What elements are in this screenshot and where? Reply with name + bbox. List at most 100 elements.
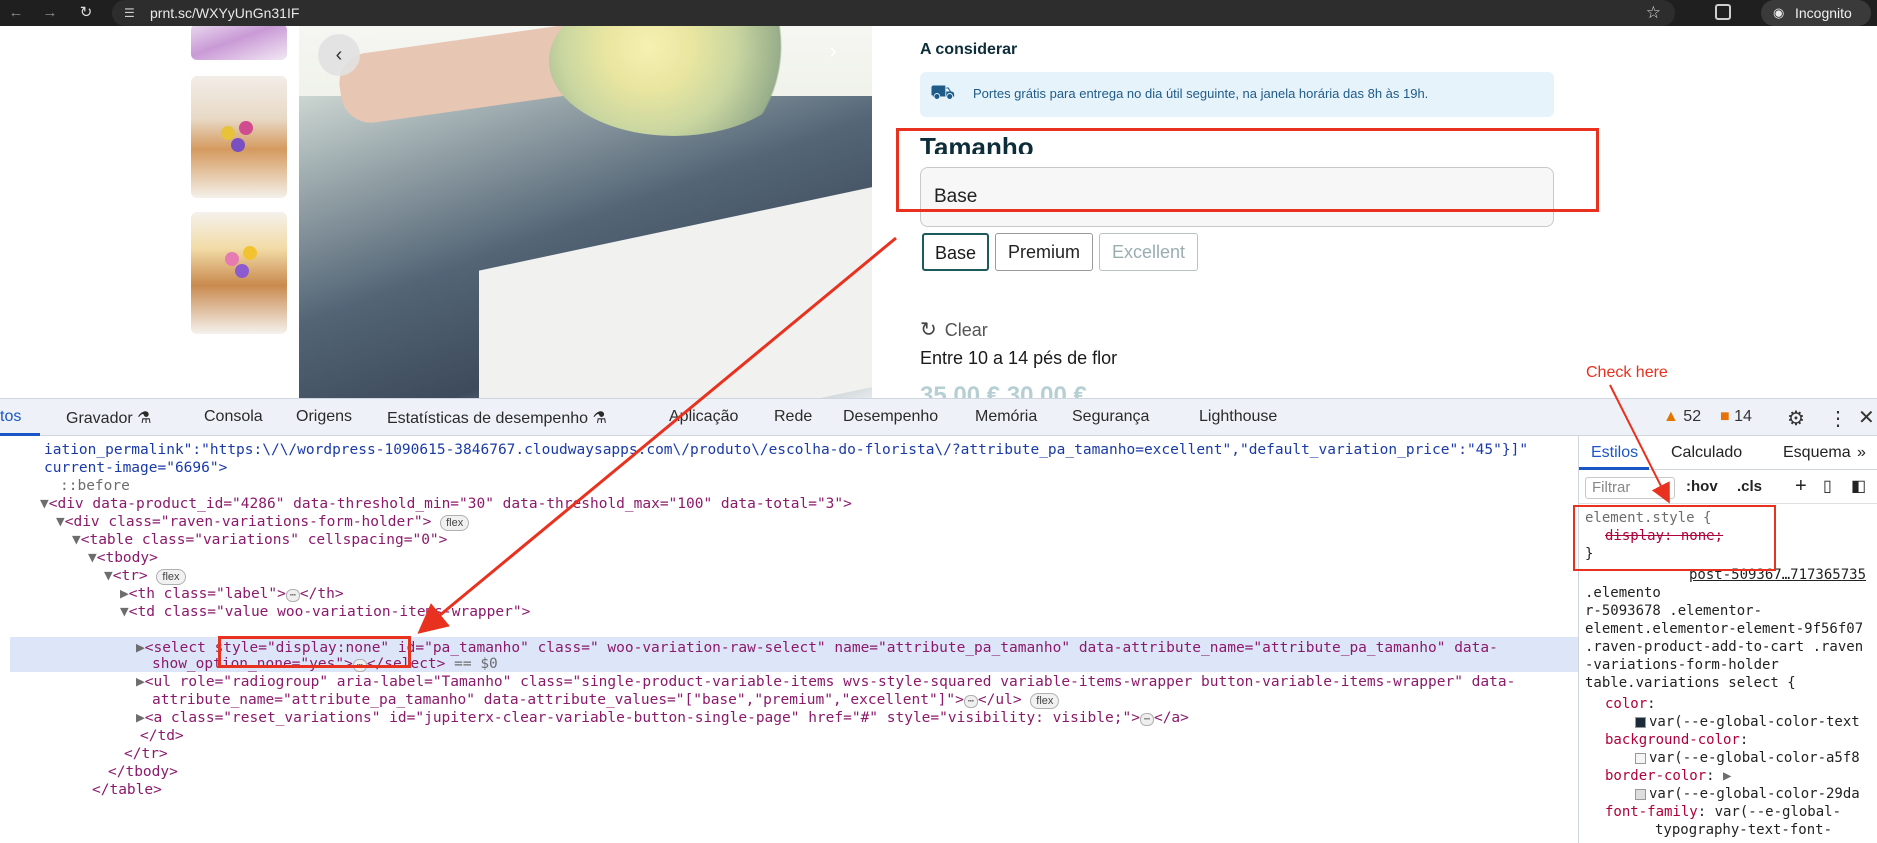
warnings-counter[interactable]: ▲ 52 [1663,408,1701,426]
dom-line[interactable]: ▶<a class="reset_variations" id="jupiter… [136,709,1189,727]
tab-memory[interactable]: Memória [975,408,1037,426]
flower-decoration [221,126,235,140]
css-value-line[interactable]: var(--e-global-color-29da [1635,785,1860,803]
forward-icon[interactable]: → [40,3,60,23]
expand-caret-icon[interactable]: ▼ [56,514,65,530]
collapse-caret-icon[interactable]: ▶ [136,640,145,656]
expand-caret-icon[interactable]: ▼ [104,568,113,584]
color-swatch[interactable] [1635,752,1646,764]
color-swatch[interactable] [1635,716,1646,728]
tab-elements[interactable]: tos [0,408,21,426]
close-devtools-icon[interactable]: ✕ [1858,405,1875,430]
css-declaration[interactable]: color: [1605,695,1656,713]
dom-line[interactable]: ▶<ul role="radiogroup" aria-label="Taman… [136,673,1515,691]
tab-sources[interactable]: Origens [296,408,352,426]
collapse-caret-icon[interactable]: ▶ [136,710,145,726]
tab-lighthouse[interactable]: Lighthouse [1199,408,1277,426]
css-property: font-family [1605,804,1698,820]
url-text[interactable]: prnt.sc/WXYyUnGn31IF [150,5,299,21]
cls-toggle[interactable]: .cls [1737,478,1762,495]
toggle-sidebar-icon[interactable]: ◧ [1851,476,1866,496]
css-value-line[interactable]: var(--e-global-color-a5f8 [1635,749,1860,767]
rendering-icon[interactable]: ▯ [1823,476,1832,496]
dom-line[interactable]: ▼<tbody> [88,549,158,567]
tab-recorder[interactable]: Gravador ⚗ [66,408,152,428]
collapse-caret-icon[interactable]: ▶ [136,674,145,690]
tab-application[interactable]: Aplicação [669,408,738,426]
dom-line[interactable]: ::before [60,477,130,495]
styles-filter-input[interactable]: Filtrar [1585,477,1675,499]
css-declaration[interactable]: font-family: var(--e-global- [1605,803,1841,821]
gallery-thumbnail-3[interactable] [191,212,287,334]
variation-button-premium[interactable]: Premium [995,233,1093,271]
tab-performance-insights[interactable]: Estatísticas de desempenho ⚗ [387,408,607,428]
css-value: var(--e-global-color-text [1649,714,1860,730]
tab-network[interactable]: Rede [774,408,812,426]
gallery-thumbnail-1[interactable] [191,26,287,60]
expand-caret-icon[interactable]: ▼ [88,550,97,566]
address-bar[interactable]: ☰ prnt.sc/WXYyUnGn31IF ☆ [112,0,1675,26]
tab-computed[interactable]: Calculado [1671,444,1742,462]
new-rule-icon[interactable]: + [1795,475,1807,498]
settings-gear-icon[interactable]: ⚙ [1787,406,1805,431]
site-settings-icon[interactable]: ☰ [124,5,140,21]
gallery-prev-icon[interactable]: ‹ [318,34,360,76]
dom-text: </ul> [977,692,1022,708]
dom-line[interactable]: </table> [92,781,162,799]
rule-selector: .raven-product-add-to-cart .raven [1585,639,1864,655]
reload-icon[interactable]: ↻ [76,3,96,23]
ellipsis-badge[interactable]: ⋯ [963,695,978,708]
tab-styles[interactable]: Estilos [1591,444,1638,462]
dom-line[interactable]: ▼<table class="variations" cellspacing="… [72,531,447,549]
dom-line[interactable]: ▼<tr> flex [104,567,186,585]
incognito-badge[interactable]: ◉ Incognito [1761,0,1871,26]
styles-filter-row: Filtrar :hov .cls + ▯ ◧ [1579,470,1877,504]
dom-line[interactable]: ▼<div data-product_id="4286" data-thresh… [40,495,852,513]
dom-line[interactable]: iation_permalink":"https:\/\/wordpress-1… [44,441,1528,459]
ellipsis-badge[interactable]: ⋯ [285,589,300,602]
more-options-icon[interactable]: ⋮ [1828,406,1848,431]
dom-line[interactable]: attribute_name="attribute_pa_tamanho" da… [152,691,1060,709]
clear-variations-link[interactable]: ↻ Clear [920,317,988,342]
flower-decoration [239,121,253,135]
tab-layout[interactable]: Esquema [1783,444,1851,462]
dom-line[interactable]: </tbody> [108,763,178,781]
hov-toggle[interactable]: :hov [1686,478,1718,495]
flex-badge[interactable]: flex [156,569,186,585]
css-declaration[interactable]: background-color: [1605,731,1748,749]
extensions-icon[interactable] [1715,4,1731,20]
tab-recorder-label: Gravador [66,410,133,427]
back-icon[interactable]: ← [6,3,26,23]
tab-performance[interactable]: Desempenho [843,408,938,426]
ellipsis-badge[interactable]: ⋯ [1139,713,1154,726]
bookmark-star-icon[interactable]: ☆ [1646,3,1661,23]
css-property: border-color [1605,768,1707,784]
expand-caret-icon[interactable]: ▼ [120,604,129,620]
expand-caret-icon[interactable]: ▼ [72,532,81,548]
gallery-thumbnail-2[interactable] [191,76,287,198]
css-declaration[interactable]: border-color: ▶ [1605,767,1731,785]
product-page: ‹ › A considerar ⛟ Portes grátis para en… [0,26,1877,398]
expand-caret-icon[interactable]: ▼ [40,496,49,512]
dom-line[interactable]: ▼<td class="value woo-variation-items-wr… [120,603,530,621]
dom-text: iation_permalink":"https:\/\/wordpress-1… [44,442,1529,458]
tab-security[interactable]: Segurança [1072,408,1149,426]
color-swatch[interactable] [1635,788,1646,800]
collapse-caret-icon[interactable]: ▶ [120,586,129,602]
dom-line[interactable]: ▶<th class="label"> ⋯ </th> [120,585,344,603]
issues-counter[interactable]: ■ 14 [1720,408,1752,426]
css-value-line[interactable]: var(--e-global-color-text [1635,713,1860,731]
variation-button-excellent[interactable]: Excellent [1099,233,1198,271]
css-value: var(--e-global-color-29da [1649,786,1860,802]
variation-button-base[interactable]: Base [922,233,989,271]
dom-line[interactable]: ▼<div class="raven-variations-form-holde… [56,513,470,531]
dom-line[interactable]: </tr> [124,745,168,763]
flex-badge[interactable]: flex [1030,693,1060,709]
dom-line[interactable]: current-image="6696"> [44,459,227,477]
more-tabs-icon[interactable]: » [1857,444,1866,462]
flex-badge[interactable]: flex [440,515,470,531]
expand-caret-icon[interactable]: ▶ [1723,768,1731,784]
gallery-next-icon[interactable]: › [818,36,848,66]
dom-line[interactable]: </td> [140,727,184,745]
tab-console[interactable]: Consola [204,408,263,426]
